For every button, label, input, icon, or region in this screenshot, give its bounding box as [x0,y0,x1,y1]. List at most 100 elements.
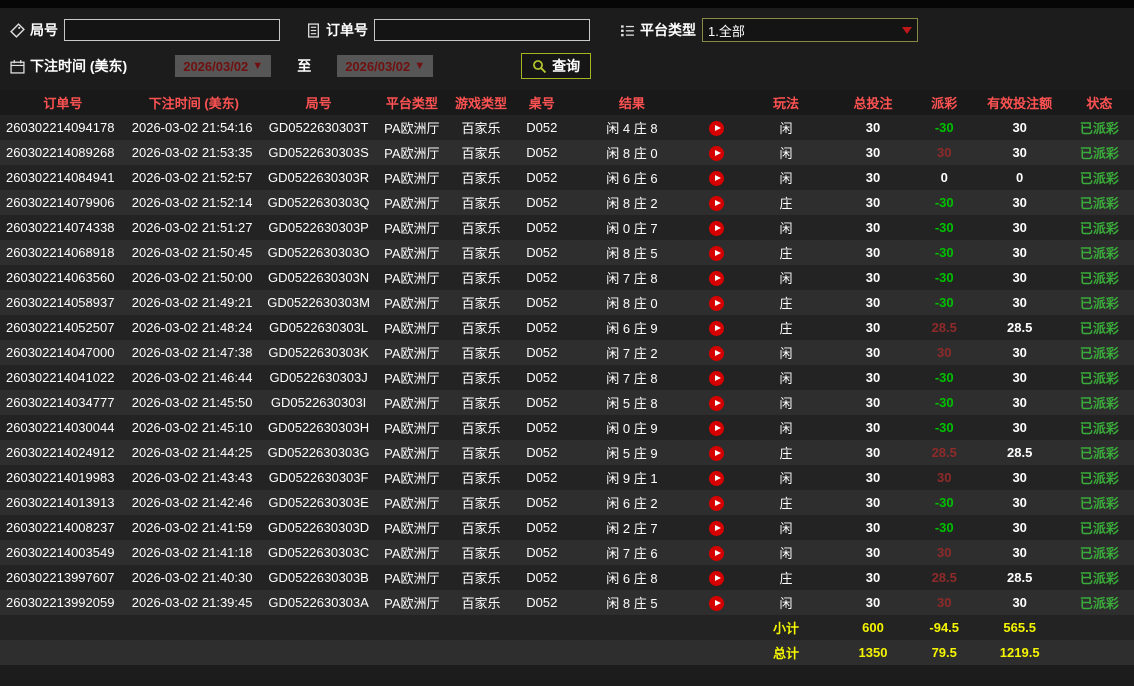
play-type-cell: 闲 [779,396,793,411]
result-cell: 闲 7 庄 2 [606,346,658,361]
order-label-text: 订单号 [326,22,368,38]
tag-icon [10,22,25,38]
time-cell: 2026-03-02 21:39:45 [131,595,253,610]
play-icon[interactable] [709,195,725,211]
play-icon[interactable] [709,420,725,436]
play-icon[interactable] [709,445,725,461]
table-row: 260302213992059 2026-03-02 21:39:45 GD0522… [0,590,1134,615]
platform-cell: PA欧洲厅 [384,446,440,461]
result-cell: 闲 0 庄 9 [606,421,658,436]
table-row: 260302214008237 2026-03-02 21:41:59 GD0522… [0,515,1134,540]
replay-cell [694,415,740,440]
round-label-text: 局号 [30,22,58,38]
replay-cell [694,315,740,340]
result-cell: 闲 7 庄 6 [606,546,658,561]
round-filter-label: 局号 [10,20,58,40]
col-header-play: 玩法 [739,90,833,115]
filter-row-1: 局号 订单号 平台类型 1.全部 [10,16,1124,44]
time-cell: 2026-03-02 21:44:25 [131,445,253,460]
status-cell: 已派彩 [1079,546,1119,561]
play-icon[interactable] [709,220,725,236]
valid-bet-cell: 30 [1012,370,1027,385]
time-cell: 2026-03-02 21:53:35 [131,145,253,160]
valid-bet-cell: 28.5 [1007,320,1033,335]
play-icon[interactable] [709,295,725,311]
play-icon[interactable] [709,370,725,386]
date-from-picker[interactable]: 2026/03/02 ▼ [175,55,272,77]
play-type-cell: 闲 [779,596,793,611]
replay-cell [694,440,740,465]
play-triangle [715,174,722,181]
order-cell: 260302214079906 [6,195,115,210]
play-icon[interactable] [709,145,725,161]
table-no-cell: D052 [526,545,558,560]
platform-cell: PA欧洲厅 [384,521,440,536]
game-cell: 百家乐 [461,446,501,461]
play-type-cell: 闲 [779,346,793,361]
play-icon[interactable] [709,570,725,586]
play-icon[interactable] [709,470,725,486]
query-button[interactable]: 查询 [521,53,592,79]
play-icon[interactable] [709,245,725,261]
play-icon[interactable] [709,520,725,536]
play-icon[interactable] [709,595,725,611]
play-icon[interactable] [709,545,725,561]
game-cell: 百家乐 [461,196,501,211]
order-cell: 260302214089268 [6,145,115,160]
play-icon[interactable] [709,120,725,136]
replay-cell [694,165,740,190]
result-cell: 闲 8 庄 5 [606,596,658,611]
empty-cell [570,615,694,640]
round-cell: GD0522630303F [268,470,369,485]
platform-select[interactable]: 1.全部 [702,18,918,42]
platform-cell: PA欧洲厅 [384,596,440,611]
table-row: 260302214074338 2026-03-02 21:51:27 GD0522… [0,215,1134,240]
game-cell: 百家乐 [461,596,501,611]
play-icon[interactable] [709,345,725,361]
total-bet-cell: 30 [865,345,881,360]
replay-cell [694,465,740,490]
play-icon[interactable] [709,495,725,511]
time-cell: 2026-03-02 21:45:50 [131,395,253,410]
round-cell: GD0522630303C [267,545,370,560]
table-row: 260302214063560 2026-03-02 21:50:00 GD0522… [0,265,1134,290]
platform-cell: PA欧洲厅 [384,371,440,386]
chevron-down-icon [902,26,912,34]
round-cell: GD0522630303O [267,245,370,260]
valid-bet-cell: 30 [1012,245,1027,260]
play-icon[interactable] [709,270,725,286]
replay-cell [694,340,740,365]
game-cell: 百家乐 [461,321,501,336]
order-input[interactable] [374,19,590,41]
date-to-picker[interactable]: 2026/03/02 ▼ [337,55,434,77]
game-cell: 百家乐 [461,471,501,486]
chevron-down-icon: ▼ [252,60,264,72]
play-icon[interactable] [709,170,725,186]
valid-bet-cell: 30 [1012,345,1027,360]
table-no-cell: D052 [526,270,558,285]
platform-cell: PA欧洲厅 [384,471,440,486]
game-cell: 百家乐 [461,396,501,411]
play-triangle [715,374,722,381]
order-cell: 260302214047000 [6,345,115,360]
order-cell: 260302214074338 [6,220,115,235]
play-triangle [715,474,722,481]
order-cell: 260302214068918 [6,245,115,260]
payout-cell: 28.5 [931,445,957,460]
play-type-cell: 闲 [779,371,793,386]
order-cell: 260302213997607 [6,570,115,585]
payout-cell: 30 [936,470,952,485]
status-cell: 已派彩 [1079,421,1119,436]
empty-cell [694,615,740,640]
play-type-cell: 庄 [779,446,793,461]
round-cell: GD0522630303L [269,320,369,335]
round-cell: GD0522630303D [267,520,370,535]
table-no-cell: D052 [526,370,558,385]
table-no-cell: D052 [526,120,558,135]
round-cell: GD0522630303K [268,345,369,360]
replay-cell [694,565,740,590]
play-icon[interactable] [709,320,725,336]
round-input[interactable] [64,19,280,41]
time-cell: 2026-03-02 21:47:38 [131,345,253,360]
play-icon[interactable] [709,395,725,411]
